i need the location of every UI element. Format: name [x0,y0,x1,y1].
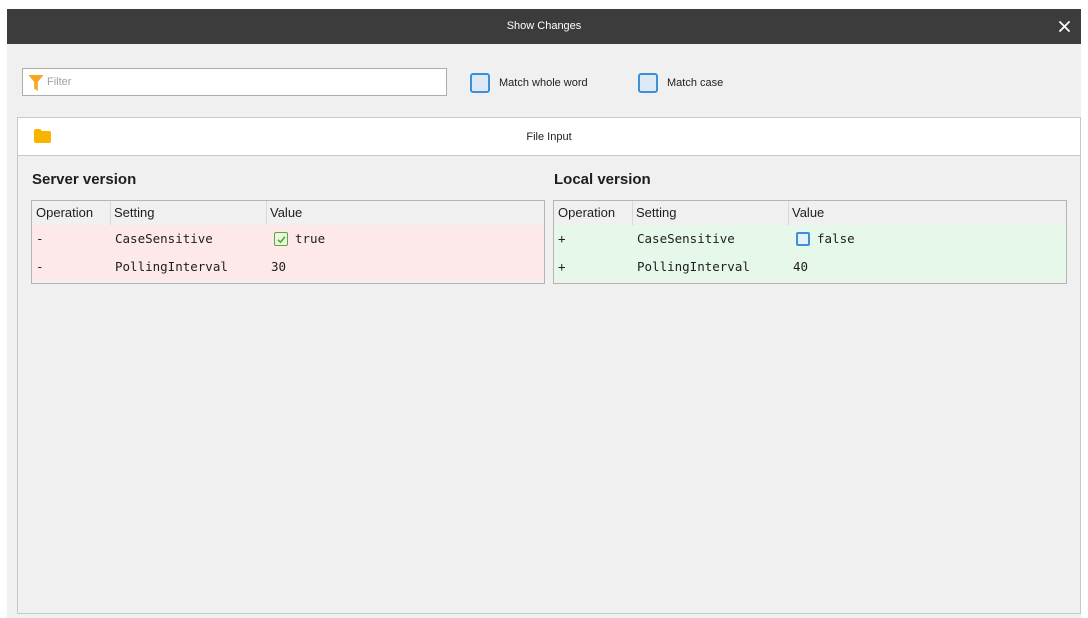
column-divider[interactable] [110,201,111,225]
value-cell: false [817,231,855,246]
server-grid[interactable]: Operation Setting Value - CaseSensitive … [31,200,545,284]
checkbox-box[interactable] [638,73,658,93]
operation-cell: + [558,259,566,274]
column-header-value[interactable]: Value [270,201,302,225]
column-header-operation[interactable]: Operation [558,201,615,225]
value-cell: 30 [271,259,287,274]
close-button[interactable] [1047,9,1081,44]
value-checkbox-checked [274,232,288,246]
operation-cell: - [36,231,44,246]
value-cell: 40 [793,259,809,274]
filter-input[interactable] [47,73,437,91]
setting-cell: CaseSensitive [115,231,213,246]
table-row[interactable]: - PollingInterval 30 [32,253,544,281]
grid-header: Operation Setting Value [32,201,544,225]
match-whole-word-checkbox[interactable]: Match whole word [470,72,588,94]
match-case-label: Match case [667,77,724,89]
value-checkbox-unchecked [796,232,810,246]
show-changes-dialog: Show Changes Match whole word Match case… [7,9,1081,618]
dialog-title: Show Changes [506,20,582,32]
tab-label: File Input [526,131,572,143]
diff-panel: Server version Operation Setting Value -… [17,155,1081,614]
operation-cell: + [558,231,566,246]
setting-cell: PollingInterval [637,259,750,274]
grid-header: Operation Setting Value [554,201,1066,225]
match-case-checkbox[interactable]: Match case [638,72,723,94]
value-cell: true [295,231,326,246]
column-header-value[interactable]: Value [792,201,824,225]
filter-box [22,68,447,96]
setting-cell: CaseSensitive [637,231,735,246]
match-whole-word-label: Match whole word [499,77,588,89]
table-row[interactable]: + CaseSensitive false [554,225,1066,253]
column-header-setting[interactable]: Setting [114,201,154,225]
setting-cell: PollingInterval [115,259,228,274]
column-header-setting[interactable]: Setting [636,201,676,225]
close-icon [1058,21,1070,32]
local-version-title: Local version [554,171,651,188]
column-divider[interactable] [266,201,267,225]
table-row[interactable]: - CaseSensitive true [32,225,544,253]
local-grid[interactable]: Operation Setting Value + CaseSensitive … [553,200,1067,284]
table-row[interactable]: + PollingInterval 40 [554,253,1066,281]
funnel-icon [28,75,44,91]
checkmark-icon [276,235,286,243]
checkbox-box[interactable] [470,73,490,93]
tab-file-input[interactable]: File Input [17,117,1081,155]
column-header-operation[interactable]: Operation [36,201,93,225]
column-divider[interactable] [632,201,633,225]
operation-cell: - [36,259,44,274]
column-divider[interactable] [788,201,789,225]
server-version-title: Server version [32,171,137,188]
title-bar: Show Changes [7,9,1081,44]
